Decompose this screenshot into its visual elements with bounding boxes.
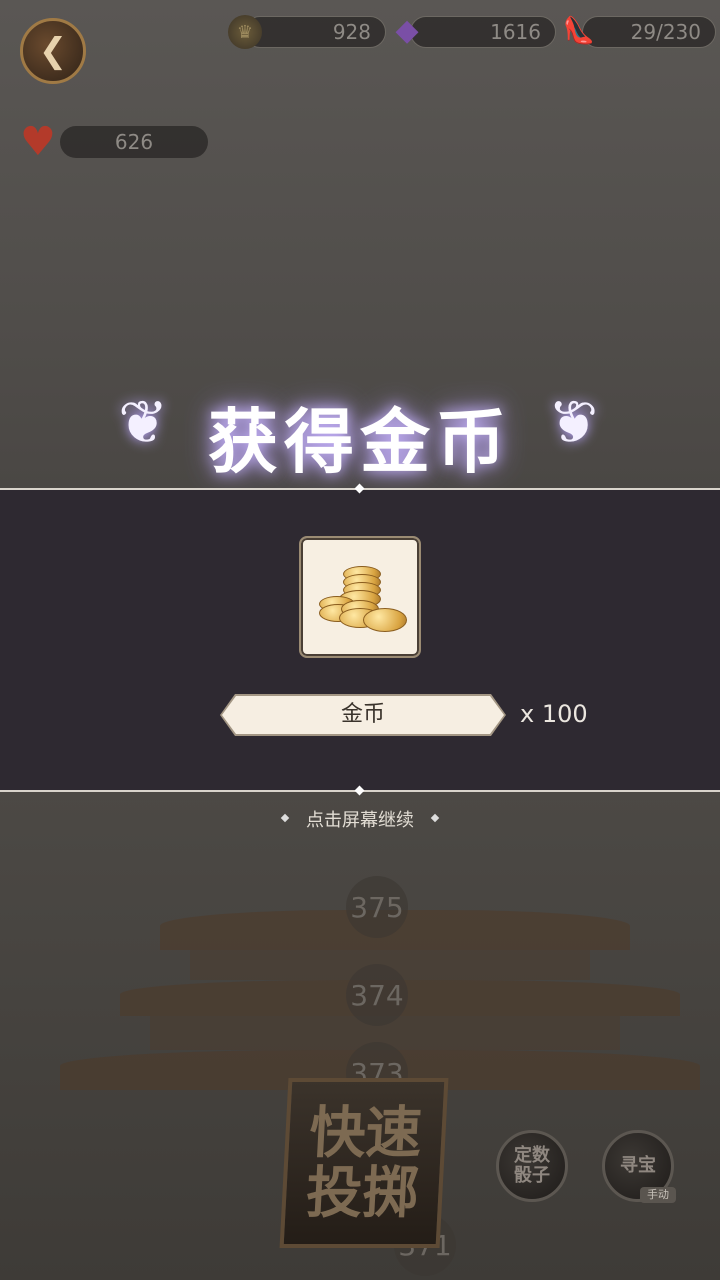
coin-value: 928 bbox=[332, 20, 371, 44]
board-step: 374 bbox=[346, 964, 408, 1026]
heart-value: 626 bbox=[114, 130, 154, 154]
gem-value: 1616 bbox=[490, 20, 541, 44]
continue-hint[interactable]: 点击屏幕继续 bbox=[0, 806, 720, 832]
crown-coin-icon: ♛ bbox=[228, 15, 262, 49]
fixed-dice-button[interactable]: 定数骰子 bbox=[496, 1130, 568, 1202]
item-name: 金币 bbox=[222, 696, 504, 734]
board-step: 375 bbox=[346, 876, 408, 938]
quick-roll-button[interactable]: 快速投掷 bbox=[279, 1078, 449, 1248]
stamina-value: 29/230 bbox=[630, 20, 701, 44]
stamina-counter: 29/230 bbox=[582, 16, 716, 48]
item-quantity: x 100 bbox=[520, 700, 588, 728]
quick-roll-label: 快速投掷 bbox=[304, 1100, 424, 1226]
reward-item-slot[interactable] bbox=[299, 536, 421, 658]
right-laurel-icon: ❦ bbox=[548, 388, 599, 458]
fixed-dice-label: 定数骰子 bbox=[514, 1145, 550, 1186]
purple-gem-icon: ◆ bbox=[395, 12, 419, 48]
manual-tag: 手动 bbox=[640, 1187, 676, 1203]
heart-icon: ♥ bbox=[20, 119, 56, 165]
glass-slipper-icon[interactable]: 👠 bbox=[562, 14, 596, 48]
back-button[interactable]: ❮ bbox=[20, 18, 86, 84]
heart-counter: 626 bbox=[60, 126, 208, 158]
gem-counter: 1616 bbox=[410, 16, 556, 48]
coin-counter: 928 bbox=[244, 16, 386, 48]
reward-title: 获得金币 bbox=[208, 400, 512, 483]
treasure-label: 寻宝 bbox=[620, 1155, 656, 1176]
back-arrow-icon: ❮ bbox=[38, 31, 68, 71]
